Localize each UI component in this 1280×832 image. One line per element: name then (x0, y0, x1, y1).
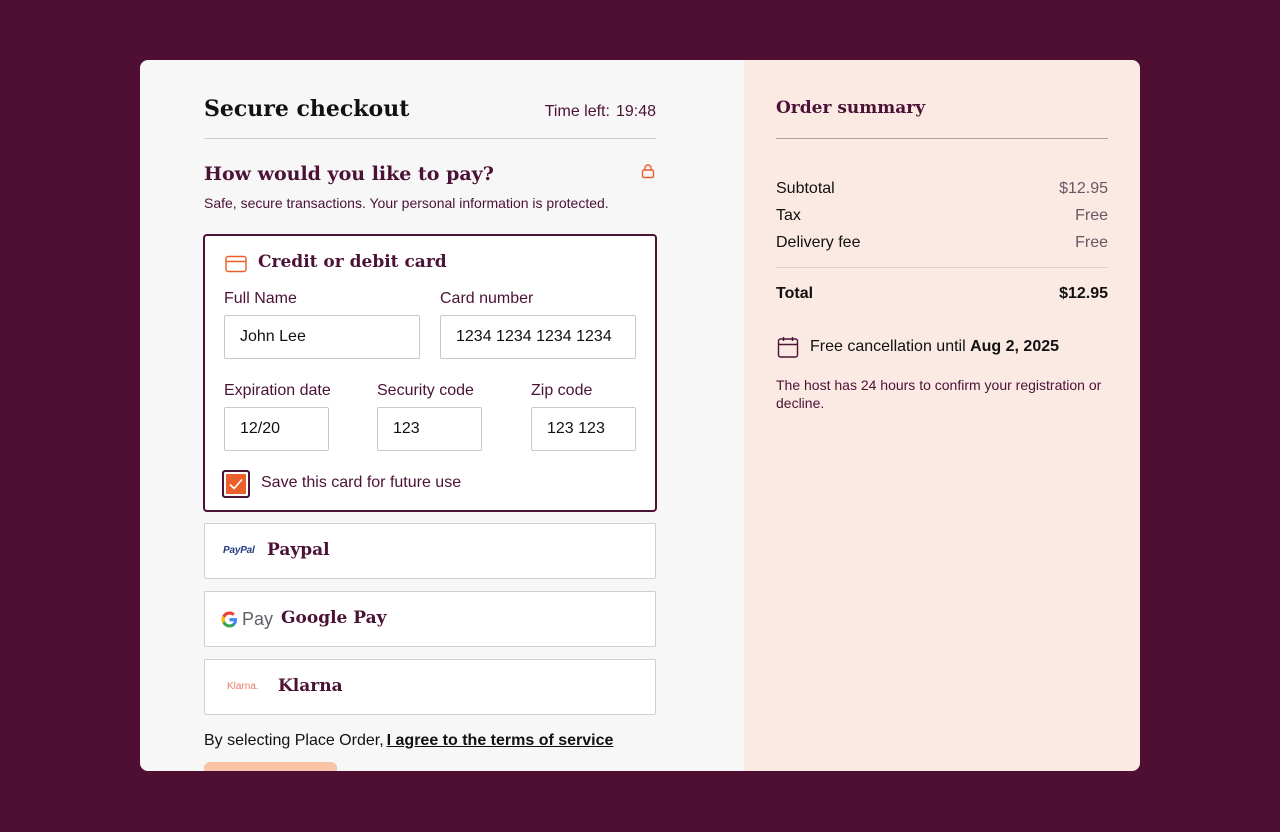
page-title: Secure checkout (204, 96, 410, 122)
credit-card-option[interactable]: Credit or debit card Full Name John Lee … (203, 234, 657, 512)
google-pay-logo-text: Pay (242, 609, 274, 629)
security-code-input[interactable]: 123 (377, 407, 482, 451)
google-pay-label: Google Pay (281, 608, 387, 628)
tax-value: Free (1075, 207, 1108, 224)
klarna-logo: Klarna. (227, 681, 259, 692)
zip-code-label: Zip code (531, 382, 593, 399)
payment-question: How would you like to pay? (204, 163, 494, 185)
save-card-label[interactable]: Save this card for future use (261, 474, 461, 492)
order-summary-panel: Order summary Subtotal $12.95 Tax Free D… (744, 60, 1140, 771)
payment-panel: Secure checkout Time left: 19:48 How woul… (140, 60, 744, 771)
checkbox-fill (226, 474, 246, 494)
zip-code-input[interactable]: 123 123 (531, 407, 636, 451)
google-pay-option[interactable]: Pay Google Pay (204, 591, 656, 647)
checkout-header: Secure checkout Time left: 19:48 (204, 94, 656, 139)
security-code-label: Security code (377, 382, 474, 399)
cancellation-date: Aug 2, 2025 (970, 338, 1060, 355)
countdown-timer: Time left: 19:48 (545, 103, 656, 121)
checkout-card: Secure checkout Time left: 19:48 How woul… (140, 60, 1140, 771)
host-note: The host has 24 hours to confirm your re… (776, 377, 1102, 411)
credit-card-icon (225, 255, 247, 273)
expiration-input[interactable]: 12/20 (224, 407, 329, 451)
payment-subtitle: Safe, secure transactions. Your personal… (204, 195, 609, 211)
paypal-option[interactable]: PayPal Paypal (204, 523, 656, 579)
delivery-value: Free (1075, 234, 1108, 251)
subtotal-label: Subtotal (776, 180, 835, 197)
lock-icon (641, 164, 655, 179)
calendar-icon (777, 337, 799, 358)
paypal-logo-text: PayPal (223, 545, 255, 556)
total-label: Total (776, 285, 814, 302)
tax-row: Tax Free (776, 207, 1108, 225)
subtotal-value: $12.95 (1059, 180, 1108, 197)
tax-label: Tax (776, 207, 801, 224)
summary-divider (776, 138, 1108, 139)
total-value: $12.95 (1059, 285, 1108, 302)
order-summary-title: Order summary (776, 98, 926, 118)
cancellation-prefix: Free cancellation until (810, 338, 966, 355)
terms-prefix: By selecting Place Order, (204, 732, 384, 749)
expiration-label: Expiration date (224, 382, 331, 399)
total-row: Total $12.95 (776, 285, 1108, 303)
paypal-label: Paypal (267, 540, 330, 560)
save-card-checkbox[interactable] (222, 470, 250, 498)
delivery-label: Delivery fee (776, 234, 861, 251)
paypal-logo: PayPal (223, 545, 255, 556)
terms-text: By selecting Place Order, I agree to the … (204, 732, 613, 750)
free-cancellation-text: Free cancellation until Aug 2, 2025 (810, 338, 1059, 356)
timer-value: 19:48 (615, 103, 656, 120)
google-g-icon (221, 611, 238, 628)
klarna-label: Klarna (278, 676, 343, 696)
full-name-input[interactable]: John Lee (224, 315, 420, 359)
card-number-label: Card number (440, 290, 534, 307)
checkmark-icon (229, 478, 243, 490)
total-divider (776, 267, 1108, 268)
credit-card-title: Credit or debit card (258, 252, 447, 272)
timer-label: Time left: (544, 103, 610, 120)
subtotal-row: Subtotal $12.95 (776, 180, 1108, 198)
klarna-option[interactable]: Klarna. Klarna (204, 659, 656, 715)
card-number-input[interactable]: 1234 1234 1234 1234 (440, 315, 636, 359)
place-order-button[interactable] (204, 762, 337, 771)
terms-link[interactable]: I agree to the terms of service (387, 732, 614, 749)
full-name-label: Full Name (224, 290, 297, 307)
delivery-row: Delivery fee Free (776, 234, 1108, 252)
